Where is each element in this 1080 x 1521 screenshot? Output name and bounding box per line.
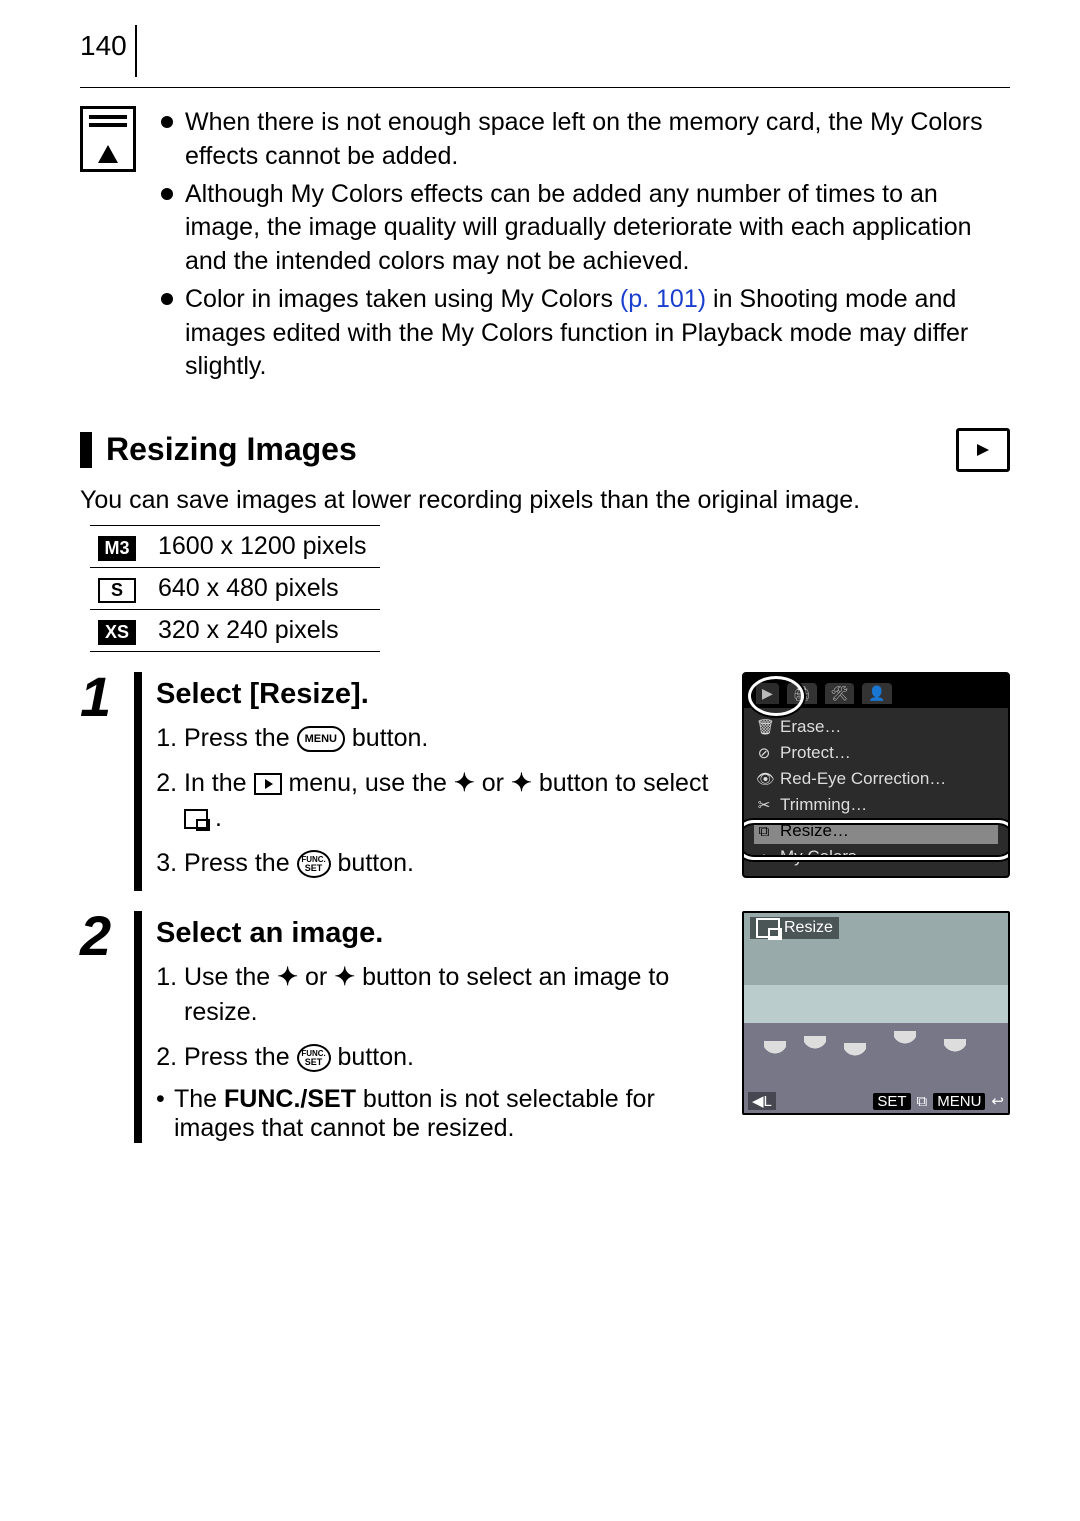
section-intro: You can save images at lower recording p… xyxy=(80,486,1010,515)
step-number: 2 xyxy=(80,911,130,961)
redeye-icon: 👁 xyxy=(756,770,772,788)
erase-icon: 🗑 xyxy=(756,718,772,736)
size-badge-m3: M3 xyxy=(98,536,136,561)
step-2-sub-1: Use the ✦ or ✦ button to select an image… xyxy=(184,960,724,1030)
step-number: 1 xyxy=(80,672,130,722)
text: In the xyxy=(184,769,254,797)
menu-item-erase: 🗑 Erase… xyxy=(754,714,998,740)
resize-menu-icon xyxy=(184,809,208,829)
note-item: Color in images taken using My Colors (p… xyxy=(161,283,1010,384)
step-1: 1 Select [Resize]. Press the button. In … xyxy=(80,672,1010,891)
menu-chip: MENU xyxy=(933,1093,985,1110)
text: The xyxy=(174,1085,224,1113)
screen-bottom-right: SET ⧉ MENU ↩ xyxy=(873,1092,1004,1110)
note-text: Color in images taken using My Colors xyxy=(185,285,620,313)
table-row: XS 320 x 240 pixels xyxy=(90,610,380,652)
step-2: 2 Select an image. Use the ✦ or ✦ button… xyxy=(80,911,1010,1143)
text: button to select xyxy=(539,769,709,797)
menu-item-protect: ⊘ Protect… xyxy=(754,740,998,766)
menu-label: Red-Eye Correction… xyxy=(780,769,946,789)
page-reference-link[interactable]: (p. 101) xyxy=(620,285,706,313)
step-2-screenshot: Resize ◀L SET ⧉ MEN xyxy=(742,911,1010,1143)
size-value: 1600 x 1200 pixels xyxy=(144,526,380,568)
step-bar xyxy=(134,911,142,1143)
protect-icon: ⊘ xyxy=(756,744,772,762)
back-icon: ↩ xyxy=(991,1092,1004,1110)
step-1-sub-3: Press the button. xyxy=(184,846,724,881)
text: Press the xyxy=(184,849,297,877)
size-value: 640 x 480 pixels xyxy=(144,568,380,610)
info-note-block: When there is not enough space left on t… xyxy=(80,106,1010,388)
func-set-button-icon xyxy=(297,1044,331,1072)
step-1-screenshot: ▶ 🖨 🛠 👤 🗑Erase… ⊘Protect… 👁Red-Eye Corre… xyxy=(742,672,1010,891)
tab-tools: 🛠 xyxy=(825,683,855,704)
menu-button-icon xyxy=(297,726,345,752)
text-bold: FUNC./SET xyxy=(224,1085,356,1113)
step-bar xyxy=(134,672,142,891)
screen-bottom-left: ◀L xyxy=(748,1092,776,1110)
menu-item-trimming: ✂ Trimming… xyxy=(754,792,998,818)
step-1-sub-2: In the menu, use the ✦ or ✦ button to se… xyxy=(184,766,724,836)
step-2-text: Select an image. Use the ✦ or ✦ button t… xyxy=(156,911,724,1143)
step-1-sub-1: Press the button. xyxy=(184,721,724,756)
text: button. xyxy=(338,1043,414,1071)
size-badge-s: S xyxy=(98,578,136,603)
section-title: Resizing Images xyxy=(80,432,357,467)
note-item: When there is not enough space left on t… xyxy=(161,106,1010,174)
text: Press the xyxy=(184,1043,297,1071)
section-heading-row: Resizing Images xyxy=(80,428,1010,472)
table-row: S 640 x 480 pixels xyxy=(90,568,380,610)
size-badge-xs: XS xyxy=(98,620,136,645)
highlight-ring-icon xyxy=(742,820,1010,860)
resize-icon xyxy=(756,918,780,938)
note-item: Although My Colors effects can be added … xyxy=(161,178,1010,279)
text: Use the xyxy=(184,963,277,991)
resize-icon: ⧉ xyxy=(917,1093,928,1110)
menu-item-redeye: 👁 Red-Eye Correction… xyxy=(754,766,998,792)
step-2-note: The FUNC./SET button is not selectable f… xyxy=(156,1085,724,1143)
screen-title-text: Resize xyxy=(784,919,833,937)
note-list: When there is not enough space left on t… xyxy=(161,106,1010,388)
table-row: M3 1600 x 1200 pixels xyxy=(90,526,380,568)
menu-label: Protect… xyxy=(780,743,851,763)
playback-menu-icon xyxy=(254,773,282,795)
trim-icon: ✂ xyxy=(756,796,772,814)
size-value: 320 x 240 pixels xyxy=(144,610,380,652)
step-2-title: Select an image. xyxy=(156,917,724,950)
resize-size-table: M3 1600 x 1200 pixels S 640 x 480 pixels… xyxy=(90,525,380,652)
text: . xyxy=(215,804,222,832)
playback-mode-icon xyxy=(956,428,1010,472)
step-2-sub-2: Press the button. xyxy=(184,1040,724,1075)
text: button. xyxy=(352,724,428,752)
text: menu, use the xyxy=(288,769,453,797)
divider-top xyxy=(80,87,1010,88)
right-arrow-icon: ✦ xyxy=(334,963,355,991)
menu-label: Erase… xyxy=(780,717,841,737)
text: button. xyxy=(338,849,414,877)
page-number: 140 xyxy=(80,30,137,62)
step-1-text: Select [Resize]. Press the button. In th… xyxy=(156,672,724,891)
func-set-button-icon xyxy=(297,850,331,878)
tab-user: 👤 xyxy=(862,683,891,704)
up-arrow-icon: ✦ xyxy=(454,769,475,797)
text: or xyxy=(305,963,334,991)
screen-title: Resize xyxy=(750,917,839,939)
highlight-circle-icon xyxy=(748,676,804,716)
text: Press the xyxy=(184,724,297,752)
left-arrow-icon: ✦ xyxy=(277,963,298,991)
set-chip: SET xyxy=(873,1093,910,1110)
menu-label: Trimming… xyxy=(780,795,867,815)
step-1-title: Select [Resize]. xyxy=(156,678,724,711)
down-arrow-icon: ✦ xyxy=(511,769,532,797)
text: or xyxy=(482,769,511,797)
note-icon xyxy=(80,106,136,172)
